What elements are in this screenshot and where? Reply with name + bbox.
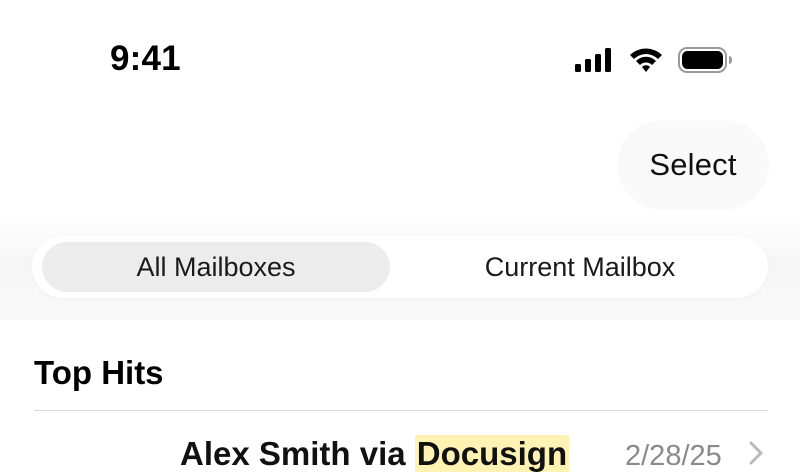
sender-name: Alex Smith via — [180, 435, 415, 472]
result-date: 2/28/25 — [625, 440, 722, 472]
segment-label: All Mailboxes — [136, 251, 296, 282]
search-match-highlight: Docusign — [414, 435, 570, 472]
section-title-top-hits: Top Hits — [34, 354, 164, 391]
battery-icon — [678, 46, 734, 74]
mailbox-scope-control: All Mailboxes Current Mailbox — [32, 236, 768, 298]
search-result-row[interactable]: Alex Smith via Docusign 2/28/25 — [0, 430, 800, 472]
select-button[interactable]: Select — [618, 121, 768, 209]
status-time: 9:41 — [110, 39, 181, 78]
section-divider — [34, 410, 768, 411]
segment-all-mailboxes[interactable]: All Mailboxes — [42, 242, 390, 292]
segment-current-mailbox[interactable]: Current Mailbox — [400, 242, 760, 292]
chevron-right-icon — [748, 440, 764, 471]
signal-icon — [574, 47, 614, 73]
status-icons — [574, 44, 734, 76]
select-button-label: Select — [649, 147, 737, 182]
segment-label: Current Mailbox — [484, 251, 676, 282]
result-sender: Alex Smith via Docusign — [180, 434, 570, 474]
wifi-icon — [628, 46, 664, 74]
